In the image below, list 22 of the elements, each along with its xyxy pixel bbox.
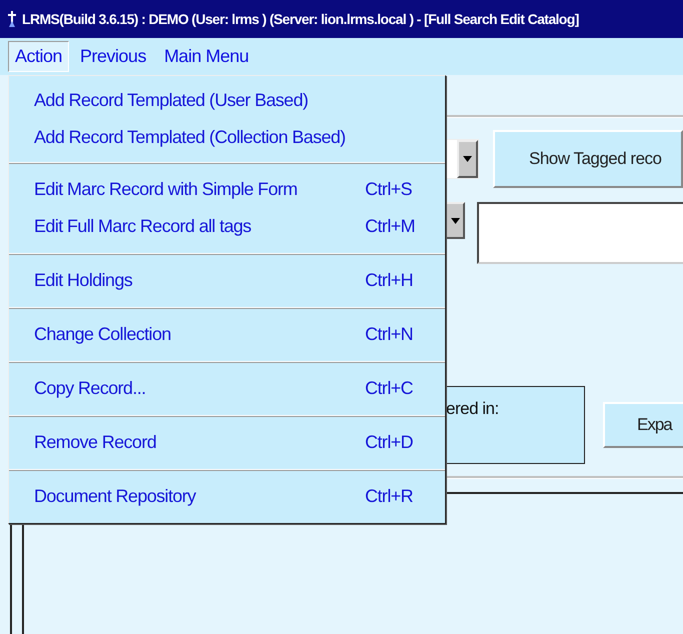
menu-option[interactable]: Add Record Templated (User Based) [9, 82, 445, 119]
menu-option[interactable]: Remove Record Ctrl+D [9, 424, 445, 461]
menu-option[interactable]: Edit Holdings Ctrl+H [9, 262, 445, 299]
menu-item[interactable]: Action [8, 41, 70, 72]
menu-option[interactable]: Copy Record... Ctrl+C [9, 370, 445, 407]
dropdown-arrow-icon [450, 218, 460, 224]
dropdown-field[interactable] [445, 202, 465, 239]
frame-label: ered in: [446, 399, 499, 419]
menu-option[interactable]: Add Record Templated (Collection Based) [9, 119, 445, 156]
menu-option[interactable]: Change Collection Ctrl+N [9, 316, 445, 353]
menu-option[interactable]: Document Repository Ctrl+R [9, 478, 445, 515]
menu-option[interactable]: Edit Marc Record with Simple Form Ctrl+S [9, 171, 445, 208]
cross-icon [6, 10, 18, 28]
expand-button[interactable]: Expa [603, 402, 683, 448]
menu-option[interactable]: Edit Full Marc Record all tags Ctrl+M [9, 208, 445, 245]
window-title: LRMS(Build 3.6.15) : DEMO (User: lrms ) (Server: lion.lrms.local ) - [Full Search Edit Catalog] [22, 11, 579, 27]
show-tagged-button[interactable]: Show Tagged reco [493, 130, 683, 188]
dropdown-arrow-icon [463, 156, 472, 162]
menu-item[interactable]: Previous [73, 41, 154, 72]
text-field[interactable] [477, 202, 683, 264]
dropdown-field[interactable] [445, 139, 479, 179]
menu-item[interactable]: Main Menu [157, 41, 256, 72]
